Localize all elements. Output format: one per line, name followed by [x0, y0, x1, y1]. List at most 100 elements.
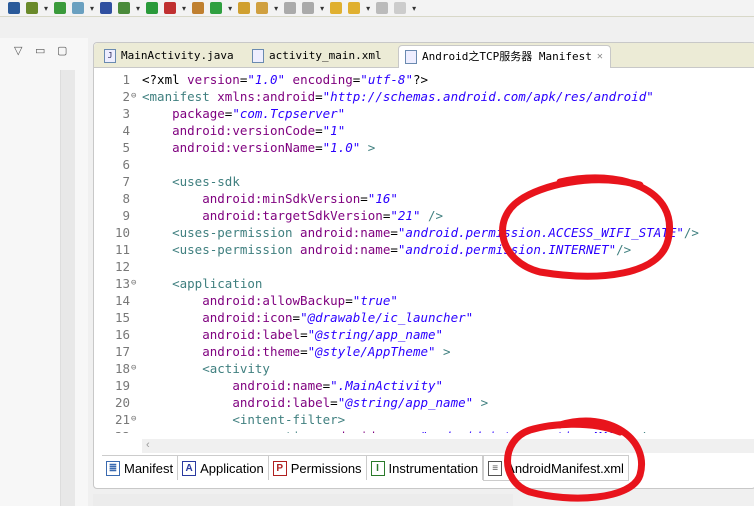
code-token: android:minSdkVersion	[202, 191, 361, 206]
dropdown-arrow-icon[interactable]: ▾	[366, 4, 370, 13]
tab-label: activity_main.xml	[269, 49, 382, 62]
wand-icon[interactable]	[256, 2, 269, 14]
code-line: 9 android:targetSdkVersion="21" />	[94, 207, 754, 224]
line-number: 8	[122, 191, 130, 206]
left-panel: ▽ ▭ ▢	[0, 38, 88, 506]
code-token: android:icon	[202, 310, 293, 325]
left-scrollbar[interactable]	[60, 70, 75, 506]
tab-manifest[interactable]: Android之TCP服务器 Manifest ✕	[398, 45, 611, 68]
tab-androidmanifest-xml[interactable]: ≡ AndroidManifest.xml	[483, 456, 629, 481]
code-token: android:versionName	[172, 140, 316, 155]
next-icon[interactable]	[376, 2, 389, 14]
tab-permissions[interactable]: P Permissions	[269, 456, 367, 480]
forward-icon[interactable]	[348, 2, 361, 14]
code-token: />	[631, 429, 654, 433]
maximize-icon[interactable]: ▢	[57, 44, 67, 57]
run-icon[interactable]	[146, 2, 159, 14]
line-number: 19	[114, 378, 130, 393]
up-icon[interactable]	[302, 2, 315, 14]
debug-icon[interactable]	[118, 2, 131, 14]
code-token: version	[187, 72, 240, 87]
code-line: 11 <uses-permission android:name="androi…	[94, 241, 754, 258]
doc-icon[interactable]	[284, 2, 297, 14]
fold-icon[interactable]: ⊖	[131, 360, 136, 377]
line-number: 6	[122, 157, 130, 172]
tab-activity-main[interactable]: activity_main.xml	[246, 45, 400, 67]
check-icon[interactable]	[54, 2, 67, 14]
dropdown-arrow-icon[interactable]: ▾	[274, 4, 278, 13]
tab-instrumentation[interactable]: I Instrumentation	[367, 456, 484, 480]
code-token: =	[330, 395, 338, 410]
refresh-icon[interactable]	[210, 2, 223, 14]
save-icon[interactable]	[26, 2, 38, 14]
code-area[interactable]: 1 <?xml version="1.0" encoding="utf-8"?> 2…	[94, 71, 754, 433]
code-token: =	[315, 123, 323, 138]
line-number: 5	[122, 140, 130, 155]
horizontal-scrollbar[interactable]: ‹	[142, 439, 754, 453]
dropdown-arrow-icon[interactable]: ▾	[182, 4, 186, 13]
search-icon[interactable]	[100, 2, 113, 14]
tab-label: AndroidManifest.xml	[506, 460, 624, 476]
application-icon: A	[182, 460, 197, 476]
line-number: 13	[114, 276, 130, 291]
view-menu-icon[interactable]: ▽	[14, 44, 22, 57]
code-token: "@style/AppTheme"	[307, 344, 436, 359]
line-number: 20	[114, 395, 130, 410]
code-token: />	[616, 242, 632, 257]
fold-icon[interactable]: ⊖	[131, 88, 136, 105]
dropdown-arrow-icon[interactable]: ▾	[90, 4, 94, 13]
download-icon[interactable]	[8, 2, 20, 14]
code-line: 20 android:label="@string/app_name" >	[94, 394, 754, 411]
back-icon[interactable]	[330, 2, 343, 14]
dropdown-arrow-icon[interactable]: ▾	[136, 4, 140, 13]
minimize-icon[interactable]: ▭	[35, 44, 45, 57]
code-token: >	[360, 140, 376, 155]
bottom-views	[93, 494, 513, 506]
folder-icon[interactable]	[238, 2, 251, 14]
java-file-icon: J	[104, 49, 116, 63]
main-toolbar: ▾ ▾ ▾ ▾ ▾ ▾ ▾ ▾ ▾	[0, 0, 754, 17]
package-icon[interactable]	[192, 2, 205, 14]
manifest-editor-tabs: ≣ Manifest A Application P Permissions I Instru…	[102, 455, 629, 481]
dropdown-arrow-icon[interactable]: ▾	[412, 4, 416, 13]
code-token: android:versionCode	[172, 123, 316, 138]
androidmanifest-xml-icon: ≡	[488, 460, 503, 476]
dropdown-arrow-icon[interactable]: ▾	[320, 4, 324, 13]
close-icon[interactable]: ✕	[597, 46, 603, 68]
tab-manifest[interactable]: ≣ Manifest	[102, 456, 179, 480]
fold-icon[interactable]: ⊖	[131, 411, 136, 428]
tab-label: MainActivity.java	[121, 49, 234, 62]
line-number: 14	[114, 293, 130, 308]
code-token: <manifest	[142, 89, 218, 104]
code-token: android:name	[323, 429, 413, 433]
tab-label: Permissions	[290, 460, 362, 476]
stop-icon[interactable]	[164, 2, 177, 14]
code-line: 6	[94, 156, 754, 173]
fold-icon[interactable]: ⊖	[131, 275, 136, 292]
code-line: 21 ⊖ <intent-filter>	[94, 411, 754, 428]
code-token: >	[435, 344, 451, 359]
tab-mainactivity[interactable]: J MainActivity.java	[98, 45, 248, 67]
code-token: android:theme	[202, 344, 301, 359]
code-token: "@drawable/ic_launcher"	[300, 310, 474, 325]
line-number: 11	[114, 242, 130, 257]
tab-application[interactable]: A Application	[178, 456, 269, 480]
code-line: 7 <uses-sdk	[94, 173, 754, 190]
code-token: =	[390, 225, 398, 240]
code-token: <uses-sdk	[172, 174, 240, 189]
code-token: encoding	[292, 72, 353, 87]
code-line: 8 android:minSdkVersion="16"	[94, 190, 754, 207]
android-icon[interactable]	[72, 2, 85, 14]
code-line: 19 android:name=".MainActivity"	[94, 377, 754, 394]
dropdown-arrow-icon[interactable]: ▾	[44, 4, 48, 13]
dropdown-arrow-icon[interactable]: ▾	[228, 4, 232, 13]
window-icon[interactable]	[394, 2, 407, 14]
